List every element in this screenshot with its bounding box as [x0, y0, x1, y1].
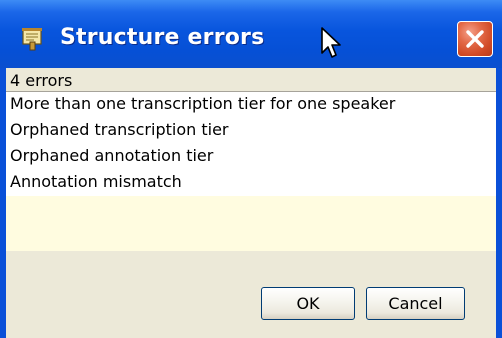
error-count-header: 4 errors	[6, 68, 496, 92]
list-item[interactable]: Orphaned annotation tier	[10, 147, 213, 165]
button-bar: OK Cancel	[6, 251, 496, 338]
close-button[interactable]	[457, 21, 493, 57]
ok-button[interactable]: OK	[261, 287, 355, 320]
notepad-tool-icon	[22, 28, 42, 51]
dialog-body: 4 errors More than one transcription tie…	[6, 68, 496, 338]
cancel-button[interactable]: Cancel	[366, 287, 465, 320]
list-item[interactable]: Annotation mismatch	[10, 173, 182, 191]
error-list-items: More than one transcription tier for one…	[6, 92, 496, 196]
mouse-pointer-icon	[321, 27, 341, 58]
list-item[interactable]: More than one transcription tier for one…	[10, 95, 395, 113]
error-list[interactable]: More than one transcription tier for one…	[6, 92, 496, 251]
error-count-label: 4 errors	[10, 71, 73, 90]
title-bar[interactable]: Structure errors	[0, 0, 502, 68]
close-x-icon	[466, 30, 484, 48]
list-item[interactable]: Orphaned transcription tier	[10, 121, 228, 139]
structure-errors-dialog: Structure errors 4 errors More than one …	[0, 0, 502, 338]
window-title: Structure errors	[60, 25, 265, 50]
